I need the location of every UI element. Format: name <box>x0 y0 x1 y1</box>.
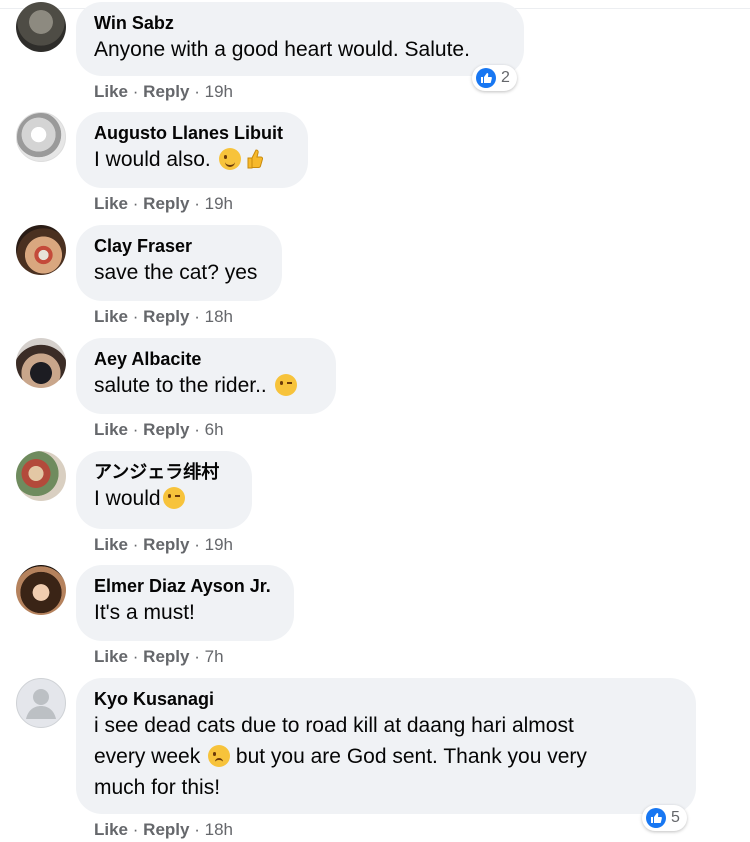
separator: · <box>132 420 139 439</box>
separator: · <box>194 647 200 666</box>
comment-bubble: Win Sabz Anyone with a good heart would.… <box>76 2 524 76</box>
comment-text: I would <box>94 483 234 514</box>
separator: · <box>132 820 139 839</box>
comment-text-content: but you are God sent. Thank you very <box>235 745 587 768</box>
like-link[interactable]: Like <box>94 420 128 439</box>
separator: · <box>194 307 200 326</box>
like-link[interactable]: Like <box>94 82 128 101</box>
separator: · <box>132 647 139 666</box>
avatar[interactable] <box>16 451 66 501</box>
comment-time[interactable]: 19h <box>205 82 233 101</box>
comment-time[interactable]: 18h <box>205 307 233 326</box>
like-link[interactable]: Like <box>94 647 128 666</box>
comment-time[interactable]: 6h <box>205 420 224 439</box>
comment-text-line: much for this! <box>94 776 221 799</box>
comment-bubble: Augusto Llanes Libuit I would also. <box>76 112 308 188</box>
comment-text-content: every week <box>94 745 201 768</box>
separator: · <box>132 535 139 554</box>
reaction-count[interactable]: 5 <box>642 805 687 831</box>
comment-actions: Like · Reply · 19h <box>94 82 233 102</box>
comment-author[interactable]: Win Sabz <box>94 12 506 34</box>
like-link[interactable]: Like <box>94 307 128 326</box>
comment-time[interactable]: 18h <box>205 820 233 839</box>
reaction-count-value: 5 <box>671 809 680 826</box>
separator: · <box>194 535 200 554</box>
comment-text: I would also. <box>94 144 290 175</box>
reaction-count[interactable]: 2 <box>472 65 517 91</box>
comment-author[interactable]: Elmer Diaz Ayson Jr. <box>94 575 276 597</box>
comment-bubble: アンジェラ绯村 I would <box>76 451 252 529</box>
avatar[interactable] <box>16 2 66 52</box>
pleading-face-icon <box>208 745 231 767</box>
separator: · <box>194 82 200 101</box>
like-link[interactable]: Like <box>94 535 128 554</box>
reply-link[interactable]: Reply <box>143 647 189 666</box>
comment-text-content: I would <box>94 487 161 510</box>
comment-actions: Like · Reply · 19h <box>94 535 233 555</box>
comment-actions: Like · Reply · 6h <box>94 420 224 440</box>
separator: · <box>132 194 139 213</box>
thumbs-up-icon <box>476 68 496 88</box>
comment-text-line: i see dead cats due to road kill at daan… <box>94 714 574 737</box>
comment-text: salute to the rider.. <box>94 370 318 401</box>
comment-text: Anyone with a good heart would. Salute. <box>94 38 470 61</box>
avatar[interactable] <box>16 565 66 615</box>
thumbs-up-icon <box>646 808 666 828</box>
comment-bubble: Clay Fraser save the cat? yes <box>76 225 282 301</box>
smirking-face-icon <box>162 487 185 509</box>
comment-author[interactable]: Augusto Llanes Libuit <box>94 122 290 144</box>
comment-time[interactable]: 19h <box>205 194 233 213</box>
avatar[interactable] <box>16 225 66 275</box>
comment-bubble: Kyo Kusanagi i see dead cats due to road… <box>76 678 696 814</box>
like-link[interactable]: Like <box>94 820 128 839</box>
comment-actions: Like · Reply · 18h <box>94 820 233 840</box>
reply-link[interactable]: Reply <box>143 420 189 439</box>
separator: · <box>194 194 200 213</box>
reply-link[interactable]: Reply <box>143 307 189 326</box>
reaction-count-value: 2 <box>501 69 510 86</box>
separator: · <box>194 820 200 839</box>
comment-actions: Like · Reply · 18h <box>94 307 233 327</box>
comment-actions: Like · Reply · 7h <box>94 647 224 667</box>
comment-actions: Like · Reply · 19h <box>94 194 233 214</box>
avatar[interactable] <box>16 338 66 388</box>
comment-text-content: salute to the rider.. <box>94 374 267 397</box>
comment-text-content: I would also. <box>94 148 211 171</box>
thumbs-up-emoji-icon <box>247 149 263 169</box>
comment-bubble: Elmer Diaz Ayson Jr. It's a must! <box>76 565 294 641</box>
comment-text: It's a must! <box>94 601 195 624</box>
reply-link[interactable]: Reply <box>143 194 189 213</box>
person-icon[interactable] <box>16 678 66 728</box>
reply-link[interactable]: Reply <box>143 82 189 101</box>
comment-bubble: Aey Albacite salute to the rider.. <box>76 338 336 414</box>
comment-text-line: every week but you are God sent. Thank y… <box>94 741 678 772</box>
comment-author[interactable]: Clay Fraser <box>94 235 264 257</box>
comment-author[interactable]: アンジェラ绯村 <box>94 461 234 483</box>
reply-link[interactable]: Reply <box>143 820 189 839</box>
separator: · <box>194 420 200 439</box>
avatar[interactable] <box>16 112 66 162</box>
smiling-face-icon <box>218 148 241 170</box>
smirking-face-icon <box>274 374 297 396</box>
reply-link[interactable]: Reply <box>143 535 189 554</box>
comment-time[interactable]: 7h <box>205 647 224 666</box>
comment-author[interactable]: Kyo Kusanagi <box>94 688 678 710</box>
like-link[interactable]: Like <box>94 194 128 213</box>
comment-text: save the cat? yes <box>94 261 258 284</box>
separator: · <box>132 307 139 326</box>
separator: · <box>132 82 139 101</box>
comment-author[interactable]: Aey Albacite <box>94 348 318 370</box>
comment-time[interactable]: 19h <box>205 535 233 554</box>
